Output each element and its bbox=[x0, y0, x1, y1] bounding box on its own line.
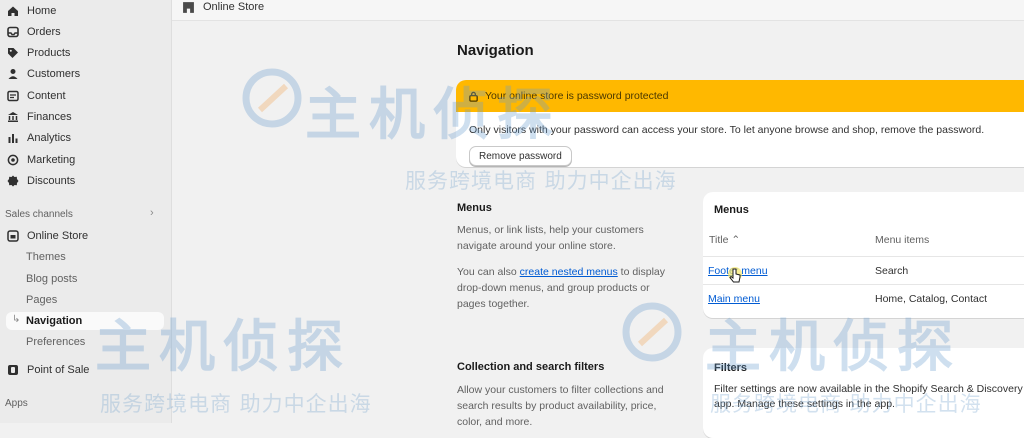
sidebar-item-label: Content bbox=[27, 90, 66, 102]
menus-card: Menus Title ⌃ Menu items Footer menu Sea… bbox=[703, 192, 1024, 318]
sidebar-item-finances[interactable]: Finances bbox=[6, 108, 72, 126]
banner-text: Only visitors with your password can acc… bbox=[469, 124, 985, 136]
sidebar-item-label: Orders bbox=[27, 26, 61, 38]
filters-card: Filters Filter settings are now availabl… bbox=[703, 348, 1024, 438]
filters-card-title: Filters bbox=[714, 362, 748, 374]
menu-items-cell: Search bbox=[875, 265, 909, 277]
sidebar-item-label: Products bbox=[27, 47, 71, 59]
sidebar-subitem-navigation[interactable]: Navigation bbox=[6, 312, 164, 330]
chevron-right-icon[interactable]: › bbox=[150, 207, 154, 219]
sidebar: Home Orders Products Customers Content F… bbox=[0, 0, 172, 423]
password-banner: Your online store is password protected … bbox=[456, 80, 1024, 167]
watermark-tagline: 服务跨境电商 助力中企出海 bbox=[405, 169, 677, 193]
sales-channels-label: Sales channels bbox=[5, 209, 73, 220]
table-row[interactable]: Footer menu Search bbox=[703, 256, 1024, 285]
sidebar-item-label: Home bbox=[27, 5, 57, 17]
discount-icon bbox=[6, 174, 20, 188]
target-icon bbox=[6, 153, 20, 167]
sidebar-item-customers[interactable]: Customers bbox=[6, 65, 80, 83]
sidebar-subitem-themes[interactable]: Themes bbox=[26, 248, 66, 266]
store-icon bbox=[6, 229, 20, 243]
person-icon bbox=[6, 67, 20, 81]
remove-password-button[interactable]: Remove password bbox=[469, 146, 572, 166]
table-row[interactable]: Main menu Home, Catalog, Contact bbox=[703, 284, 1024, 313]
breadcrumb-label: Online Store bbox=[203, 1, 265, 13]
sidebar-item-marketing[interactable]: Marketing bbox=[6, 151, 75, 169]
sidebar-item-home[interactable]: Home bbox=[6, 2, 56, 20]
sort-icon: ⌃ bbox=[731, 234, 741, 246]
bar-chart-icon bbox=[6, 131, 20, 145]
sidebar-item-analytics[interactable]: Analytics bbox=[6, 129, 71, 147]
banner-heading: Your online store is password protected bbox=[485, 90, 669, 102]
sidebar-item-label: Marketing bbox=[27, 154, 76, 166]
menus-card-title: Menus bbox=[714, 204, 749, 216]
inbox-icon bbox=[6, 25, 20, 39]
home-icon bbox=[6, 4, 20, 18]
banner-header: Your online store is password protected bbox=[456, 80, 1024, 112]
sidebar-item-label: Online Store bbox=[27, 230, 89, 242]
bank-icon bbox=[6, 110, 20, 124]
apps-label: Apps bbox=[5, 398, 28, 409]
store-icon bbox=[182, 0, 196, 14]
lock-icon bbox=[468, 91, 479, 102]
pos-icon bbox=[6, 363, 20, 377]
sidebar-item-orders[interactable]: Orders bbox=[6, 23, 61, 41]
menus-section-title: Menus bbox=[457, 202, 492, 214]
sidebar-subitem-preferences[interactable]: Preferences bbox=[26, 333, 85, 351]
page-title: Navigation bbox=[457, 42, 534, 59]
sidebar-item-label: Customers bbox=[27, 68, 81, 80]
content-icon bbox=[6, 89, 20, 103]
hand-cursor-icon bbox=[728, 267, 742, 283]
sidebar-subitem-blog-posts[interactable]: Blog posts bbox=[26, 270, 77, 288]
sidebar-item-label: Point of Sale bbox=[27, 364, 90, 376]
filters-section-title: Collection and search filters bbox=[457, 361, 605, 373]
sidebar-item-online-store[interactable]: Online Store bbox=[6, 227, 88, 245]
create-nested-menus-link[interactable]: create nested menus bbox=[520, 266, 618, 278]
breadcrumb[interactable]: Online Store bbox=[182, 0, 264, 14]
tag-icon bbox=[6, 46, 20, 60]
sidebar-item-products[interactable]: Products bbox=[6, 44, 70, 62]
sidebar-item-discounts[interactable]: Discounts bbox=[6, 172, 75, 190]
topbar: Online Store bbox=[172, 0, 1024, 21]
menu-title-link[interactable]: Main menu bbox=[708, 293, 760, 305]
sidebar-item-label: Finances bbox=[27, 111, 72, 123]
sidebar-item-label: Analytics bbox=[27, 132, 72, 144]
menus-section-desc-2: You can also create nested menus to disp… bbox=[457, 266, 666, 310]
column-header-title[interactable]: Title ⌃ bbox=[709, 234, 740, 246]
sidebar-item-point-of-sale[interactable]: Point of Sale bbox=[6, 361, 89, 379]
watermark-logo-icon bbox=[242, 68, 302, 128]
sidebar-item-label: Discounts bbox=[27, 175, 76, 187]
menus-section-desc: Menus, or link lists, help your customer… bbox=[457, 224, 644, 252]
filters-card-text: Filter settings are now available in the… bbox=[714, 383, 1023, 410]
menu-items-cell: Home, Catalog, Contact bbox=[875, 293, 988, 305]
sidebar-subitem-pages[interactable]: Pages bbox=[26, 291, 57, 309]
column-header-menu-items: Menu items bbox=[875, 234, 930, 246]
tree-arrow-icon: ↳ bbox=[12, 314, 21, 325]
sidebar-item-content[interactable]: Content bbox=[6, 87, 66, 105]
